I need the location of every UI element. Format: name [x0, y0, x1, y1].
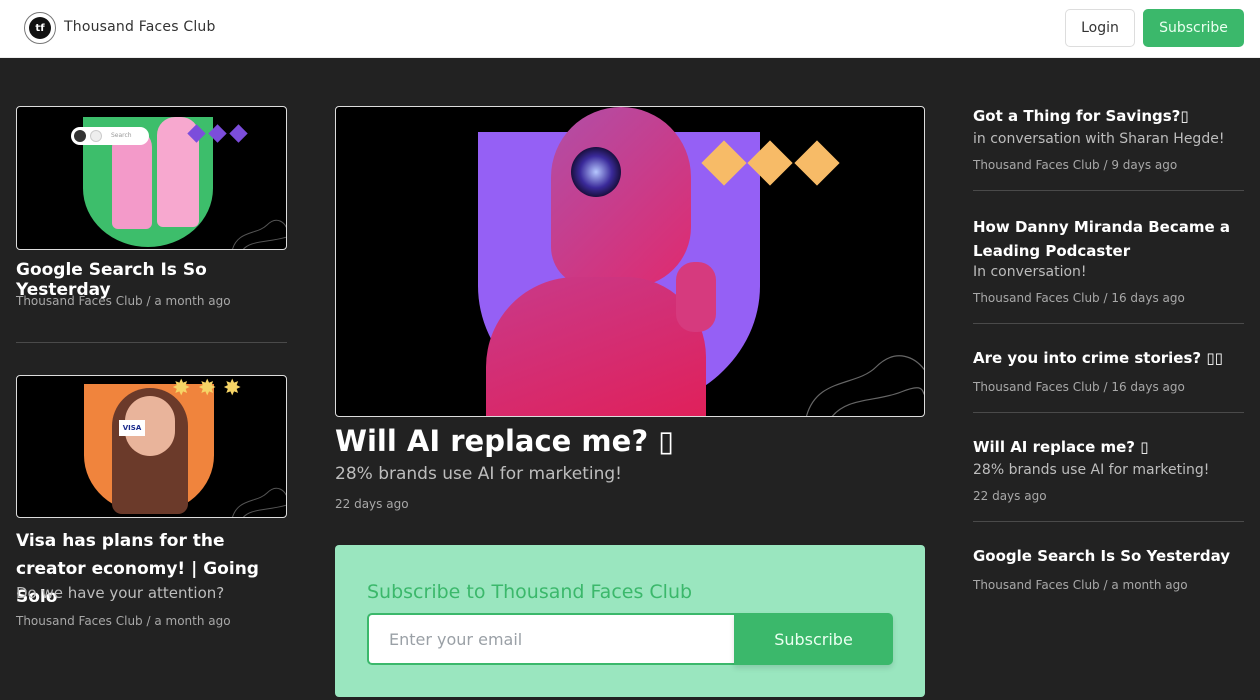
- list-item-title[interactable]: Will AI replace me? ▯: [973, 438, 1148, 456]
- instagram-icon: [74, 130, 86, 142]
- top-nav: tf Thousand Faces Club Login Subscribe: [0, 0, 1260, 58]
- robot-hand: [676, 262, 716, 332]
- logo-mark: tf: [29, 17, 51, 39]
- header-subscribe-button[interactable]: Subscribe: [1143, 9, 1244, 47]
- brand-name[interactable]: Thousand Faces Club: [64, 19, 216, 35]
- list-item-subtitle: 28% brands use AI for marketing!: [973, 462, 1210, 478]
- divider: [16, 342, 287, 343]
- star-decoration: ✸: [172, 376, 191, 401]
- logo-icon[interactable]: tf: [24, 12, 56, 44]
- login-button[interactable]: Login: [1065, 9, 1135, 47]
- post-thumbnail[interactable]: Search: [16, 106, 287, 250]
- list-item-title[interactable]: How Danny Miranda Became a Leading Podca…: [973, 215, 1233, 263]
- list-item-meta: Thousand Faces Club / 9 days ago: [973, 158, 1178, 172]
- featured-title[interactable]: Will AI replace me? ▯: [335, 424, 674, 458]
- robot-body: [486, 277, 706, 416]
- post-meta: Thousand Faces Club / a month ago: [16, 294, 231, 308]
- divider: [973, 323, 1244, 324]
- list-item-subtitle: In conversation!: [973, 264, 1087, 280]
- subscribe-title: Subscribe to Thousand Faces Club: [367, 581, 693, 603]
- subscribe-box: Subscribe to Thousand Faces Club Subscri…: [335, 545, 925, 697]
- post-thumbnail[interactable]: VISA ✸ ✸ ✸: [16, 375, 287, 518]
- robot-eye: [571, 147, 621, 197]
- post-subtitle: Do we have your attention?: [16, 584, 225, 602]
- list-item-title[interactable]: Are you into crime stories? ▯▯: [973, 349, 1223, 367]
- divider: [973, 190, 1244, 191]
- divider: [973, 412, 1244, 413]
- list-item-meta: Thousand Faces Club / 16 days ago: [973, 291, 1185, 305]
- robot-head: [551, 107, 691, 287]
- star-decoration: ✸: [223, 376, 242, 401]
- star-decoration: ✸: [198, 376, 217, 401]
- squiggle-decoration: [232, 219, 286, 249]
- visa-card: VISA: [119, 420, 145, 436]
- tiktok-icon: [90, 130, 102, 142]
- list-item-meta: Thousand Faces Club / 16 days ago: [973, 380, 1185, 394]
- list-item-meta: 22 days ago: [973, 489, 1047, 503]
- list-item-title[interactable]: Got a Thing for Savings?▯: [973, 107, 1189, 125]
- diamond-decoration: [229, 124, 248, 143]
- email-input[interactable]: [367, 613, 735, 665]
- featured-image[interactable]: [335, 106, 925, 417]
- subscribe-submit-button[interactable]: Subscribe: [734, 613, 893, 665]
- post-meta: Thousand Faces Club / a month ago: [16, 614, 231, 628]
- squiggle-decoration: [806, 355, 924, 416]
- diamond-decoration: [794, 140, 840, 186]
- list-item-title[interactable]: Google Search Is So Yesterday: [973, 547, 1230, 565]
- list-item-subtitle: in conversation with Sharan Hegde!: [973, 131, 1225, 147]
- squiggle-decoration: [232, 487, 286, 517]
- featured-subtitle: 28% brands use AI for marketing!: [335, 464, 622, 484]
- list-item-meta: Thousand Faces Club / a month ago: [973, 578, 1188, 592]
- divider: [973, 521, 1244, 522]
- featured-meta: 22 days ago: [335, 497, 409, 511]
